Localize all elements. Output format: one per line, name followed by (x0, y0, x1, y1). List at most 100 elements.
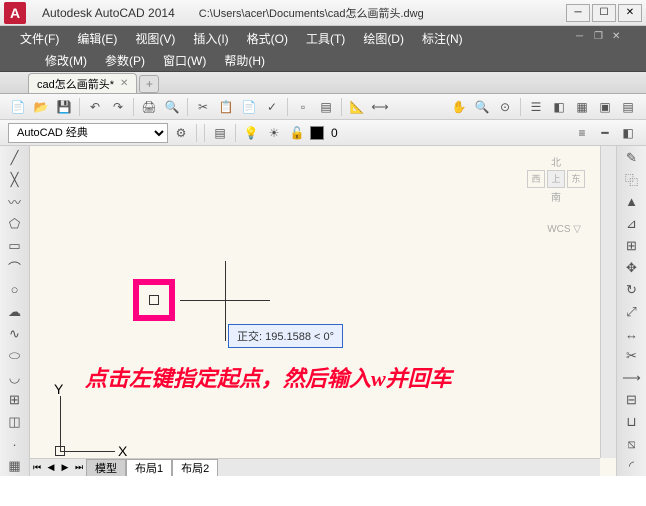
menu-draw[interactable]: 绘图(D) (363, 30, 404, 47)
layer-state-icon[interactable]: 💡 (241, 123, 261, 143)
menu-edit[interactable]: 编辑(E) (77, 30, 117, 47)
menu-dimension[interactable]: 标注(N) (422, 30, 463, 47)
fillet-tool-icon[interactable]: ◜ (621, 457, 643, 476)
workspace-settings-icon[interactable]: ⚙ (171, 123, 191, 143)
menu-parametric[interactable]: 参数(P) (105, 52, 145, 69)
layer-freeze-icon[interactable]: ☀ (264, 123, 284, 143)
mirror-tool-icon[interactable]: ▲ (621, 192, 643, 211)
view-cube[interactable]: 北 西上东 南 (526, 154, 586, 204)
erase-tool-icon[interactable]: ✎ (621, 148, 643, 167)
zoom-icon[interactable]: 🔍 (472, 97, 492, 117)
ellipse-arc-tool-icon[interactable]: ◡ (4, 369, 26, 388)
minimize-button[interactable]: ─ (566, 4, 590, 22)
ucs-origin-box (55, 446, 65, 456)
wcs-label[interactable]: WCS ▽ (547, 224, 581, 235)
titlebar: A Autodesk AutoCAD 2014 C:\Users\acer\Do… (0, 0, 646, 26)
menu-tools[interactable]: 工具(T) (306, 30, 345, 47)
arc-tool-icon[interactable]: ⌒ (4, 258, 26, 277)
measure-icon[interactable]: 📐 (347, 97, 367, 117)
tab-close-icon[interactable]: ✕ (120, 78, 128, 89)
copy-tool-icon[interactable]: ⿻ (621, 170, 643, 189)
sheet-tab-layout2[interactable]: 布局2 (172, 459, 218, 477)
sheet-nav-first-icon[interactable]: ⏮ (30, 461, 44, 475)
properties-icon[interactable]: ☰ (526, 97, 546, 117)
calc-icon[interactable]: ▤ (618, 97, 638, 117)
stretch-tool-icon[interactable]: ↔ (621, 325, 643, 344)
hatch-tool-icon[interactable]: ▦ (4, 457, 26, 476)
extend-tool-icon[interactable]: ⟶ (621, 369, 643, 388)
dim-icon[interactable]: ⟷ (370, 97, 390, 117)
preview-icon[interactable]: 🔍 (162, 97, 182, 117)
drawing-canvas[interactable]: 北 西上东 南 WCS ▽ 正交: 195.1588 < 0° 点击左键指定起点… (30, 146, 616, 476)
insert-block-tool-icon[interactable]: ⊞ (4, 391, 26, 410)
lineweight-icon[interactable]: ━ (595, 123, 615, 143)
menu-window[interactable]: 窗口(W) (163, 52, 206, 69)
sheet-nav-last-icon[interactable]: ⏭ (72, 461, 86, 475)
scale-tool-icon[interactable]: ⤢ (621, 302, 643, 321)
menu-view[interactable]: 视图(V) (135, 30, 175, 47)
polyline-tool-icon[interactable]: 〰 (4, 192, 26, 211)
polygon-tool-icon[interactable]: ⬠ (4, 214, 26, 233)
close-button[interactable]: ✕ (618, 4, 642, 22)
sheet-tab-layout1[interactable]: 布局1 (126, 459, 172, 477)
layer-color-swatch[interactable] (310, 126, 324, 140)
point-tool-icon[interactable]: · (4, 435, 26, 454)
match-icon[interactable]: ✓ (262, 97, 282, 117)
layer-name: 0 (331, 126, 338, 140)
maximize-button[interactable]: ☐ (592, 4, 616, 22)
menu-file[interactable]: 文件(F) (20, 30, 59, 47)
layer-lock-icon[interactable]: 🔓 (287, 123, 307, 143)
redo-icon[interactable]: ↷ (108, 97, 128, 117)
spline-tool-icon[interactable]: ∿ (4, 325, 26, 344)
workspace: ╱ ╳ 〰 ⬠ ▭ ⌒ ○ ☁ ∿ ⬭ ◡ ⊞ ◫ · ▦ 北 西上东 南 WC… (0, 146, 646, 476)
tool-palette-icon[interactable]: ▦ (572, 97, 592, 117)
pan-icon[interactable]: ✋ (449, 97, 469, 117)
xline-tool-icon[interactable]: ╳ (4, 170, 26, 189)
orbit-icon[interactable]: ⊙ (495, 97, 515, 117)
ellipse-tool-icon[interactable]: ⬭ (4, 347, 26, 366)
layer-icon[interactable]: ▤ (316, 97, 336, 117)
doc-close-icon[interactable]: ✕ (612, 31, 626, 45)
save-icon[interactable]: 💾 (54, 97, 74, 117)
new-file-icon[interactable]: 📄 (8, 97, 28, 117)
undo-icon[interactable]: ↶ (85, 97, 105, 117)
color-icon[interactable]: ◧ (618, 123, 638, 143)
copy-icon[interactable]: 📋 (216, 97, 236, 117)
circle-tool-icon[interactable]: ○ (4, 280, 26, 299)
print-icon[interactable]: 🖨 (139, 97, 159, 117)
open-file-icon[interactable]: 📂 (31, 97, 51, 117)
break-tool-icon[interactable]: ⊟ (621, 391, 643, 410)
document-tab[interactable]: cad怎么画箭头* ✕ (28, 73, 137, 93)
design-icon[interactable]: ◧ (549, 97, 569, 117)
rectangle-tool-icon[interactable]: ▭ (4, 236, 26, 255)
block-icon[interactable]: ▫ (293, 97, 313, 117)
sheet-tab-model[interactable]: 模型 (86, 459, 126, 477)
menu-format[interactable]: 格式(O) (247, 30, 288, 47)
rotate-tool-icon[interactable]: ↻ (621, 280, 643, 299)
new-tab-button[interactable]: + (139, 75, 159, 93)
array-tool-icon[interactable]: ⊞ (621, 236, 643, 255)
workspace-select[interactable]: AutoCAD 经典 (8, 123, 168, 143)
paste-icon[interactable]: 📄 (239, 97, 259, 117)
line-tool-icon[interactable]: ╱ (4, 148, 26, 167)
vertical-scrollbar[interactable] (600, 146, 616, 458)
menu-insert[interactable]: 插入(I) (193, 30, 228, 47)
sheet-nav-next-icon[interactable]: ▶ (58, 461, 72, 475)
revcloud-tool-icon[interactable]: ☁ (4, 302, 26, 321)
join-tool-icon[interactable]: ⊔ (621, 413, 643, 432)
dynamic-input-tooltip: 正交: 195.1588 < 0° (228, 324, 343, 348)
menu-modify[interactable]: 修改(M) (45, 52, 87, 69)
move-tool-icon[interactable]: ✥ (621, 258, 643, 277)
offset-tool-icon[interactable]: ⊿ (621, 214, 643, 233)
chamfer-tool-icon[interactable]: ⧅ (621, 435, 643, 454)
sheet-nav-prev-icon[interactable]: ◀ (44, 461, 58, 475)
doc-minimize-icon[interactable]: ─ (576, 31, 590, 45)
linetype-icon[interactable]: ≡ (572, 123, 592, 143)
cut-icon[interactable]: ✂ (193, 97, 213, 117)
trim-tool-icon[interactable]: ✂ (621, 347, 643, 366)
doc-restore-icon[interactable]: ❐ (594, 31, 608, 45)
sheet-icon[interactable]: ▣ (595, 97, 615, 117)
make-block-tool-icon[interactable]: ◫ (4, 413, 26, 432)
menu-help[interactable]: 帮助(H) (224, 52, 265, 69)
layer-props-icon[interactable]: ▤ (210, 123, 230, 143)
